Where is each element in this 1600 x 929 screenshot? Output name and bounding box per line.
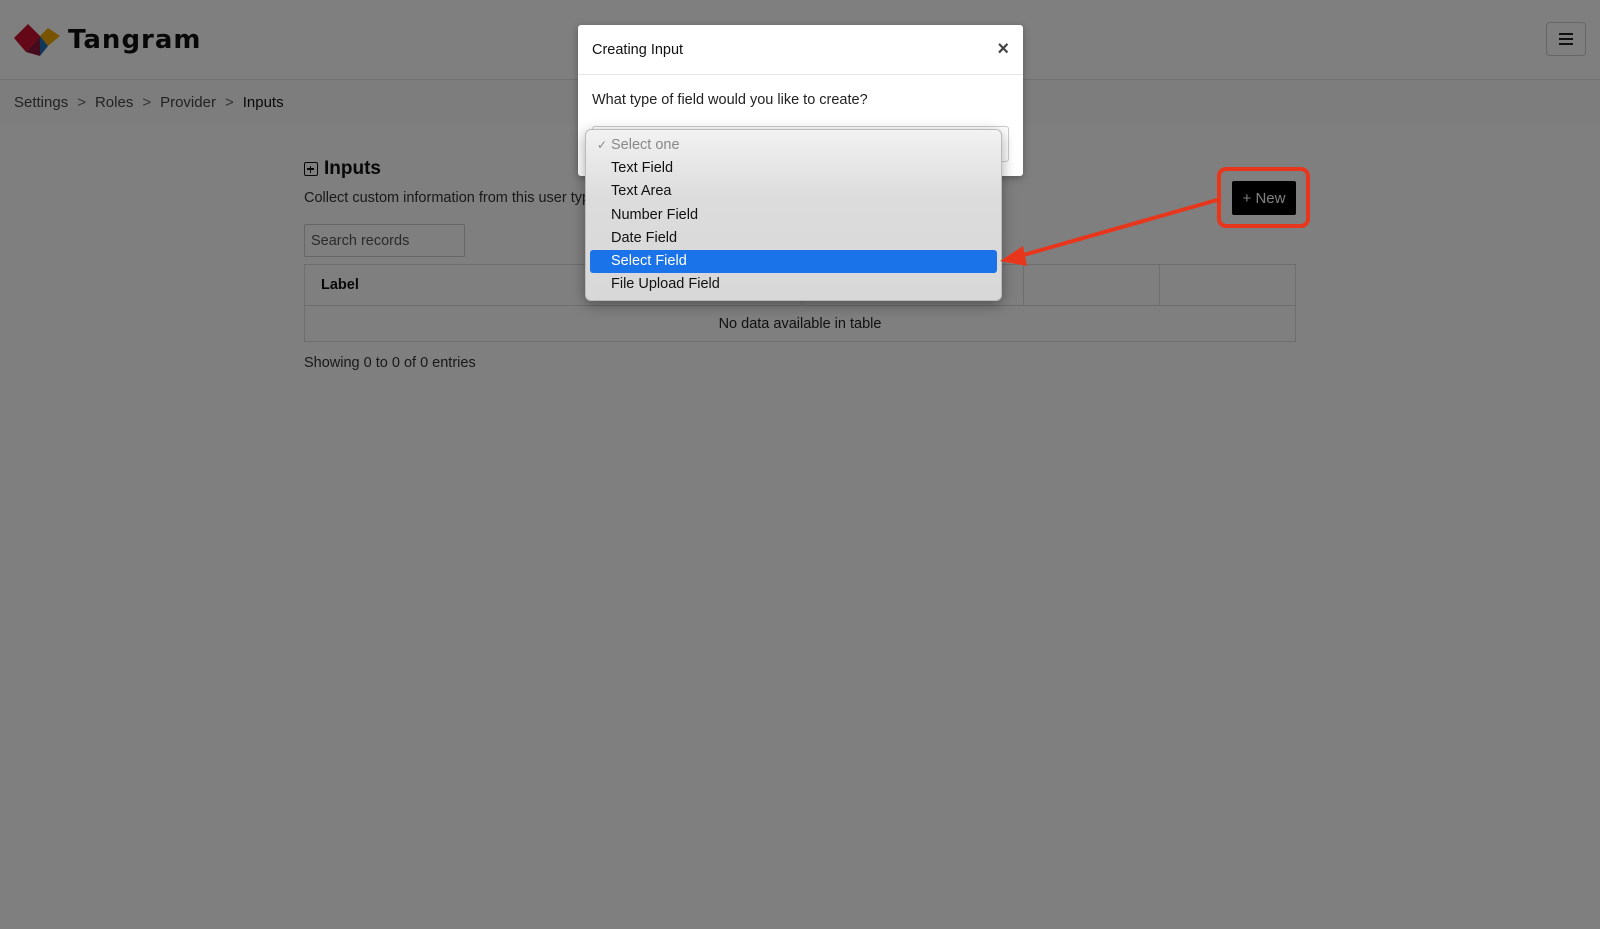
- dropdown-option-label: Text Field: [611, 160, 674, 177]
- modal-question: What type of field would you like to cre…: [592, 92, 868, 108]
- close-icon[interactable]: ×: [997, 39, 1009, 59]
- dropdown-option-date-field[interactable]: Date Field: [590, 227, 997, 250]
- dropdown-option-label: Date Field: [611, 229, 678, 246]
- check-icon: ✓: [597, 138, 608, 152]
- dropdown-option-select-field[interactable]: Select Field: [590, 249, 997, 274]
- dropdown-option-number-field[interactable]: Number Field: [590, 204, 997, 227]
- annotation-highlight-box: [1217, 167, 1310, 228]
- dropdown-option-file-upload-field[interactable]: File Upload Field: [590, 273, 997, 296]
- dropdown-option-label: File Upload Field: [611, 276, 720, 293]
- dropdown-option-text-area[interactable]: Text Area: [590, 180, 997, 203]
- dropdown-option-label: Number Field: [611, 206, 699, 223]
- modal-header: Creating Input ×: [578, 25, 1023, 75]
- dropdown-option-label: Select Field: [611, 252, 687, 269]
- dropdown-option-select-one: ✓ Select one: [590, 134, 997, 157]
- dropdown-option-label: Text Area: [611, 183, 672, 200]
- field-type-dropdown-menu: ✓ Select one Text Field Text Area Number…: [585, 129, 1002, 301]
- dropdown-option-text-field[interactable]: Text Field: [590, 157, 997, 180]
- modal-title: Creating Input: [592, 41, 684, 58]
- dropdown-option-label: Select one: [611, 137, 680, 153]
